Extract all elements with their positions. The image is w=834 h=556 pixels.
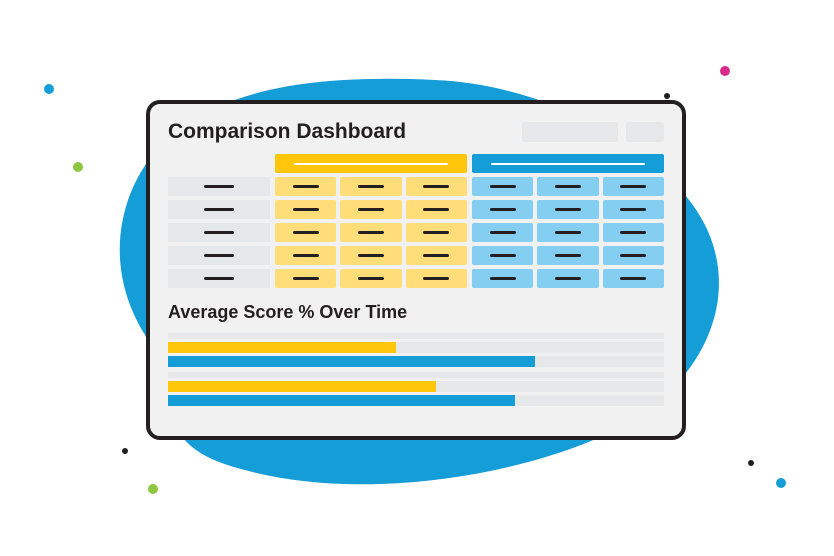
row-header [168, 246, 270, 265]
table-cell [472, 200, 533, 219]
row-header [168, 269, 270, 288]
column-group-header [472, 154, 664, 173]
table-cell [340, 246, 401, 265]
table-cell [537, 200, 598, 219]
bar-label-placeholder [168, 372, 664, 378]
bar-group-1 [168, 333, 664, 367]
page-title: Comparison Dashboard [168, 120, 514, 144]
comparison-table [168, 154, 664, 288]
table-cell [275, 246, 336, 265]
card-header: Comparison Dashboard [168, 120, 664, 144]
header-button-secondary[interactable] [626, 122, 664, 142]
bar-series-a [168, 342, 396, 353]
table-cell [472, 269, 533, 288]
row-header [168, 223, 270, 242]
table-cell [406, 269, 467, 288]
header-button-primary[interactable] [522, 122, 618, 142]
chart-title: Average Score % Over Time [168, 302, 664, 323]
row-header [168, 200, 270, 219]
bar-track [168, 356, 664, 367]
table-cell [472, 246, 533, 265]
column-group-a [275, 154, 467, 288]
dashboard-card: Comparison Dashboard [146, 100, 686, 440]
bar-track [168, 342, 664, 353]
table-cell [406, 177, 467, 196]
table-cell [603, 269, 664, 288]
table-cell [406, 200, 467, 219]
table-cell [603, 177, 664, 196]
table-cell [537, 269, 598, 288]
bar-group-2 [168, 372, 664, 406]
table-cell [340, 177, 401, 196]
column-group-b [472, 154, 664, 288]
bar-track [168, 381, 664, 392]
row-header-column [168, 154, 270, 288]
bar-track [168, 395, 664, 406]
decor-dot [44, 84, 54, 94]
table-cell [275, 200, 336, 219]
row-header [168, 177, 270, 196]
decor-dot [776, 478, 786, 488]
bar-series-b [168, 395, 515, 406]
bar-series-a [168, 381, 436, 392]
table-cell [275, 177, 336, 196]
table-cell [472, 177, 533, 196]
table-cell [603, 246, 664, 265]
table-cell [275, 223, 336, 242]
table-cell [603, 223, 664, 242]
table-cell [537, 246, 598, 265]
table-cell [537, 223, 598, 242]
table-cell [340, 200, 401, 219]
table-cell [340, 223, 401, 242]
bar-label-placeholder [168, 333, 664, 339]
decor-dot [73, 162, 83, 172]
table-cell [340, 269, 401, 288]
chart-bars [168, 333, 664, 406]
table-cell [275, 269, 336, 288]
table-cell [472, 223, 533, 242]
table-cell [406, 223, 467, 242]
bar-series-b [168, 356, 535, 367]
table-cell [603, 200, 664, 219]
table-cell [537, 177, 598, 196]
column-group-header [275, 154, 467, 173]
decor-dot [748, 460, 754, 466]
table-cell [406, 246, 467, 265]
